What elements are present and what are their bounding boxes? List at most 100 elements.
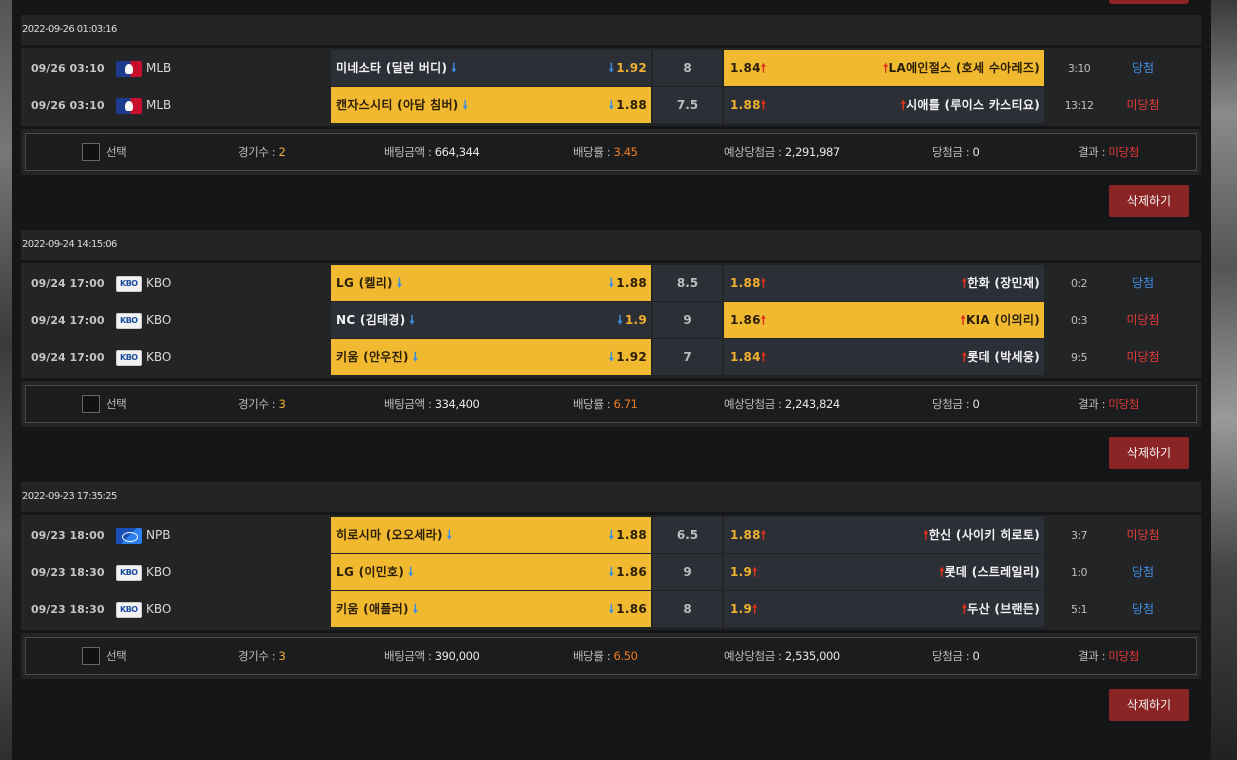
home-team: LG (이민호) xyxy=(336,565,405,579)
draw-cell[interactable]: 9 xyxy=(653,554,722,590)
select-label: 선택 xyxy=(106,397,127,411)
kbo-logo-icon xyxy=(116,602,142,618)
match-list: 09/26 03:10 MLB 미네소타 (딜런 버디) 🠗 🠗 1.92 8 1.… xyxy=(21,48,1201,126)
home-team-cell[interactable]: 히로시마 (오오세라) 🠗 🠗 1.88 xyxy=(331,517,651,553)
expected-label: 예상당첨금 : xyxy=(724,397,785,411)
away-team: 시애틀 (루이스 카스티요) xyxy=(906,98,1040,112)
match-result: 당첨 xyxy=(1131,276,1155,290)
home-team: 키움 (애플러) xyxy=(336,602,409,616)
home-team-cell[interactable]: 캔자스시티 (아담 침버) 🠗 🠗 1.88 xyxy=(331,87,651,123)
match-score: 9:5 xyxy=(1071,351,1088,364)
delete-button[interactable]: 삭제하기 xyxy=(1109,689,1189,721)
draw-cell[interactable]: 6.5 xyxy=(653,517,722,553)
match-score: 3:10 xyxy=(1067,62,1091,75)
league-name: KBO xyxy=(146,350,172,364)
draw-cell[interactable]: 9 xyxy=(653,302,722,338)
away-team: 두산 (브랜든) xyxy=(967,602,1040,616)
away-team-cell[interactable]: 1.88🠕 🠕한화 (장민재) xyxy=(724,265,1044,301)
arrow-down-icon: 🠗 xyxy=(462,98,469,112)
games-label: 경기수 : xyxy=(238,649,279,663)
delete-button[interactable]: 삭제하기 xyxy=(1109,437,1189,469)
away-team-cell[interactable]: 1.84🠕 🠕LA에인절스 (호세 수아레즈) xyxy=(724,50,1044,86)
kbo-logo-icon xyxy=(116,350,142,366)
arrow-down-icon: 🠗 xyxy=(408,565,414,579)
home-team-cell[interactable]: LG (이민호) 🠗 🠗 1.86 xyxy=(331,554,651,590)
away-odds: 1.88 xyxy=(730,276,761,290)
games-count: 2 xyxy=(278,145,286,159)
arrow-down-icon: 🠗 xyxy=(412,350,419,364)
match-time: 09/23 18:30 xyxy=(31,603,105,616)
league-name: MLB xyxy=(146,98,172,112)
win-amount-label: 당첨금 : xyxy=(932,649,973,663)
away-team: 한화 (장민재) xyxy=(967,276,1040,290)
delete-button[interactable]: 삭제하기 xyxy=(1109,185,1189,217)
arrow-down-icon: 🠗 xyxy=(446,528,453,542)
match-row: 09/24 17:00 KBO 키움 (안우진)🠗 🠗1.92 7 1.84🠕 … xyxy=(21,339,1201,376)
draw-cell[interactable]: 7 xyxy=(653,339,722,375)
away-team-cell[interactable]: 1.9🠕 🠕롯데 (스트레일리) xyxy=(724,554,1044,590)
home-odds: 1.86 xyxy=(616,565,647,579)
kbo-logo-icon xyxy=(116,565,142,581)
win-amount: 0 xyxy=(972,649,980,663)
win-amount: 0 xyxy=(972,397,980,411)
slip-result: 미당첨 xyxy=(1108,649,1139,663)
match-time: 09/24 17:00 xyxy=(31,351,105,364)
bet-slip-3: 2022-09-23 17:35:25 09/23 18:00 NPB 히로시마… xyxy=(21,482,1201,733)
slip-result: 미당첨 xyxy=(1108,397,1139,411)
league-name: KBO xyxy=(146,565,172,579)
away-team: LA에인절스 (호세 수아레즈) xyxy=(888,61,1040,75)
bet-slip-2: 2022-09-24 14:15:06 09/24 17:00 KBO LG (… xyxy=(21,230,1201,481)
home-team-cell[interactable]: 키움 (안우진) 🠗 🠗 1.92 xyxy=(331,339,651,375)
away-odds: 1.86 xyxy=(730,313,761,327)
select-checkbox[interactable] xyxy=(82,647,100,665)
games-label: 경기수 : xyxy=(238,145,279,159)
home-team-cell[interactable]: LG (켈리) 🠗 🠗 1.88 xyxy=(331,265,651,301)
arrow-up-icon: 🠕 xyxy=(760,528,767,542)
mlb-logo-icon xyxy=(116,98,142,114)
draw-cell[interactable]: 8 xyxy=(653,50,722,86)
home-team-cell[interactable]: 미네소타 (딜런 버디) 🠗 🠗 1.92 xyxy=(331,50,651,86)
draw-cell[interactable]: 8.5 xyxy=(653,265,722,301)
home-team: 미네소타 (딜런 버디) xyxy=(336,61,448,75)
league-name: NPB xyxy=(146,528,171,542)
league-name: MLB xyxy=(146,61,172,75)
match-list: 09/24 17:00 KBO LG (켈리)🠗 🠗1.88 8.5 1.88🠕… xyxy=(21,263,1201,378)
match-row: 09/24 17:00 KBO LG (켈리)🠗 🠗1.88 8.5 1.88🠕… xyxy=(21,265,1201,302)
slip-result: 미당첨 xyxy=(1108,145,1139,159)
match-result: 당첨 xyxy=(1131,565,1155,579)
league-name: KBO xyxy=(146,602,172,616)
draw-cell[interactable]: 7.5 xyxy=(653,87,722,123)
away-team-cell[interactable]: 1.86🠕 🠕KIA (이의리) xyxy=(724,302,1044,338)
away-team-cell[interactable]: 1.9🠕 🠕두산 (브랜든) xyxy=(724,591,1044,627)
away-odds: 1.9 xyxy=(730,602,753,616)
away-team: 한신 (사이키 히로토) xyxy=(928,528,1040,542)
kbo-logo-icon xyxy=(116,276,142,292)
bet-date: 2022-09-24 14:15:06 xyxy=(21,230,1201,260)
kbo-logo-icon xyxy=(116,313,142,329)
home-team-cell[interactable]: NC (김태경) 🠗 🠗 1.9 xyxy=(331,302,651,338)
away-team-cell[interactable]: 1.88🠕 🠕시애틀 (루이스 카스티요) xyxy=(724,87,1044,123)
bet-summary: 선택 경기수 : 3 배팅금액 : 390,000 배당률 : 6.50 예상당… xyxy=(25,637,1197,675)
away-team-cell[interactable]: 1.84🠕 🠕롯데 (박세웅) xyxy=(724,339,1044,375)
home-team-cell[interactable]: 키움 (애플러) 🠗 🠗 1.86 xyxy=(331,591,651,627)
home-odds: 1.9 xyxy=(624,313,647,327)
arrow-down-icon: 🠗 xyxy=(608,350,615,364)
match-result: 미당첨 xyxy=(1126,313,1160,327)
bet-summary: 선택 경기수 : 2 배팅금액 : 664,344 배당률 : 3.45 예상당… xyxy=(25,133,1197,171)
match-time: 09/26 03:10 xyxy=(31,62,105,75)
delete-button-partial[interactable] xyxy=(1109,0,1189,4)
draw-cell[interactable]: 8 xyxy=(653,591,722,627)
result-label: 결과 : xyxy=(1078,397,1109,411)
arrow-down-icon: 🠗 xyxy=(396,276,403,290)
away-team: 롯데 (박세웅) xyxy=(967,350,1040,364)
win-amount-label: 당첨금 : xyxy=(932,397,973,411)
match-result: 미당첨 xyxy=(1126,528,1160,542)
select-checkbox[interactable] xyxy=(82,143,100,161)
home-team: NC (김태경) xyxy=(336,313,406,327)
away-team-cell[interactable]: 1.88🠕 🠕한신 (사이키 히로토) xyxy=(724,517,1044,553)
bet-amount: 390,000 xyxy=(434,649,480,663)
bet-amount-label: 배팅금액 : xyxy=(384,397,435,411)
expected-label: 예상당첨금 : xyxy=(724,649,785,663)
games-count: 3 xyxy=(278,397,286,411)
select-checkbox[interactable] xyxy=(82,395,100,413)
